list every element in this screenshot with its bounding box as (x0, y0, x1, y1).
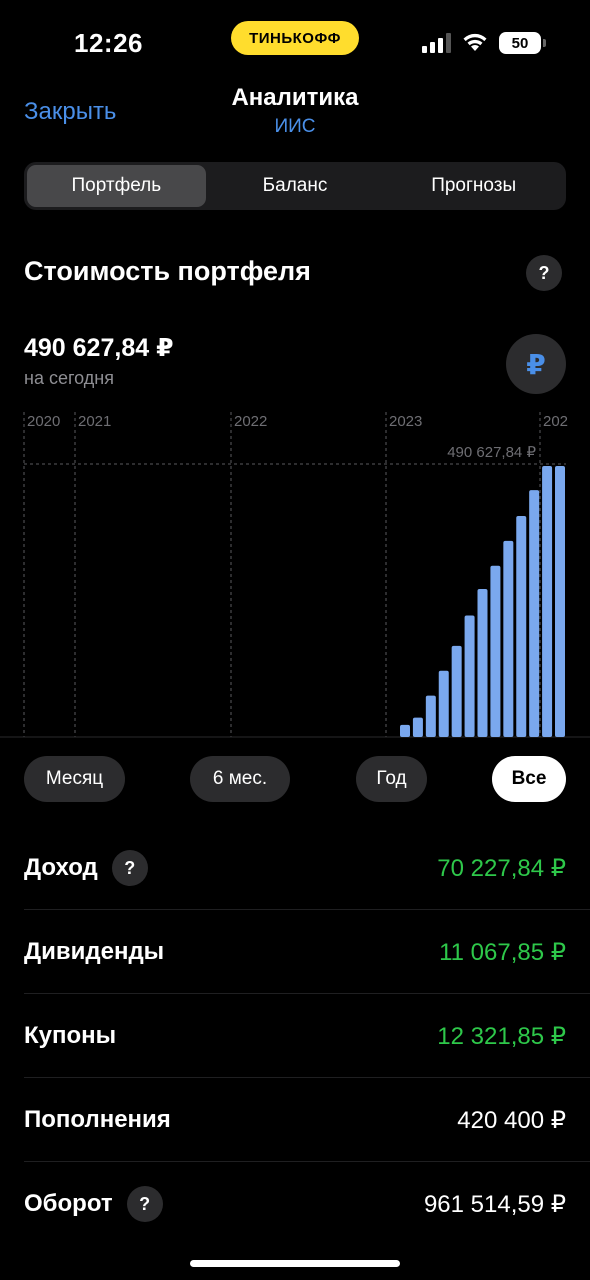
stat-label: Оборот (24, 1190, 113, 1217)
cellular-signal-icon (422, 33, 451, 53)
stat-value: 961 514,59 ₽ (423, 1190, 566, 1218)
year-label: 2021 (78, 413, 111, 430)
turnover-help-icon[interactable]: ? (126, 1186, 163, 1222)
chart-bar (451, 645, 462, 737)
chart-bar (542, 466, 553, 737)
stat-value: 12 321,85 ₽ (437, 1022, 566, 1050)
stat-row-coupons[interactable]: Купоны 12 321,85 ₽ (24, 994, 566, 1078)
home-indicator[interactable] (190, 1260, 400, 1267)
page-title: Аналитика (231, 84, 359, 111)
tab-balance[interactable]: Баланс (206, 165, 385, 207)
year-label: 2023 (389, 413, 422, 430)
tab-portfolio[interactable]: Портфель (27, 165, 206, 207)
stat-row-turnover[interactable]: Оборот ? 961 514,59 ₽ (24, 1162, 566, 1246)
chart-bar (555, 466, 565, 737)
stat-label: Дивиденды (24, 938, 165, 965)
account-subtitle: ИИС (274, 116, 316, 137)
section-title: Стоимость портфеля (24, 256, 311, 286)
chart-bar (400, 724, 410, 737)
currency-ruble-button[interactable]: ₽ (506, 334, 566, 394)
stat-label-wrap: Оборот ? (24, 1186, 163, 1222)
stat-value: 70 227,84 ₽ (437, 854, 566, 882)
chart-bar (516, 516, 527, 737)
year-label: 2020 (27, 413, 60, 430)
stat-label-wrap: Доход ? (24, 850, 148, 886)
portfolio-help-icon[interactable]: ? (526, 255, 562, 291)
stat-row-deposits[interactable]: Пополнения 420 400 ₽ (24, 1078, 566, 1162)
current-value-label: 490 627,84 ₽ (447, 444, 536, 461)
status-time: 12:26 (74, 28, 143, 58)
chart-bar (503, 540, 514, 737)
income-help-icon[interactable]: ? (111, 850, 148, 886)
stat-label: Пополнения (24, 1106, 171, 1133)
chart-bar (412, 717, 423, 737)
period-month-button[interactable]: Месяц (24, 756, 125, 802)
portfolio-chart[interactable]: 2020 2021 2022 2023 202 490 627,84 ₽ (0, 410, 590, 740)
analytics-tabs: Портфель Баланс Прогнозы (24, 162, 566, 210)
chart-bar (425, 695, 436, 737)
stat-value: 11 067,85 ₽ (439, 938, 566, 966)
chart-bar (477, 588, 488, 737)
period-year-button[interactable]: Год (356, 756, 427, 802)
chart-bar (490, 565, 501, 737)
chart-bar (438, 670, 449, 737)
brand-badge: ТИНЬКОФФ (231, 21, 359, 55)
wifi-icon (463, 33, 487, 51)
chart-bar (529, 490, 540, 737)
portfolio-value-caption: на сегодня (24, 368, 114, 388)
stat-label: Доход (24, 854, 98, 881)
stat-row-dividends[interactable]: Дивиденды 11 067,85 ₽ (24, 910, 566, 994)
stat-row-income[interactable]: Доход ? 70 227,84 ₽ (24, 826, 566, 910)
tab-forecasts[interactable]: Прогнозы (384, 165, 563, 207)
year-label: 2022 (234, 413, 267, 430)
chart-bar (464, 615, 475, 737)
year-label: 202 (543, 413, 568, 430)
stat-label: Купоны (24, 1022, 117, 1049)
period-6-months-button[interactable]: 6 мес. (190, 756, 290, 802)
period-all-button[interactable]: Все (492, 756, 566, 802)
stat-value: 420 400 ₽ (457, 1106, 566, 1134)
battery-indicator: 50 (499, 32, 546, 54)
portfolio-value: 490 627,84 ₽ (24, 334, 174, 362)
